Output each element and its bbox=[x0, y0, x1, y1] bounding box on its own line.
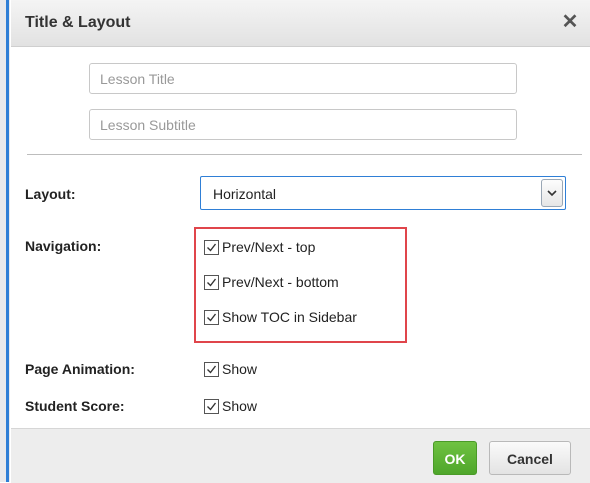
nav-option-prev-next-bottom[interactable]: Prev/Next - bottom bbox=[204, 273, 339, 291]
nav-option-label: Prev/Next - bottom bbox=[222, 274, 339, 290]
layout-select[interactable]: Horizontal bbox=[200, 176, 566, 210]
nav-option-label: Prev/Next - top bbox=[222, 239, 316, 255]
checkmark-icon bbox=[207, 243, 217, 252]
checkbox-prev-next-top[interactable] bbox=[204, 239, 219, 255]
section-divider bbox=[27, 154, 582, 155]
checkmark-icon bbox=[207, 365, 217, 374]
lesson-title-input[interactable] bbox=[89, 63, 517, 94]
ok-button[interactable]: OK bbox=[433, 441, 477, 475]
checkbox-student-score[interactable] bbox=[204, 398, 219, 414]
student-score-label: Student Score: bbox=[25, 398, 125, 414]
student-score-option[interactable]: Show bbox=[204, 397, 257, 415]
lesson-subtitle-input[interactable] bbox=[89, 109, 517, 140]
navigation-label: Navigation: bbox=[25, 238, 102, 254]
checkmark-icon bbox=[207, 402, 217, 411]
checkbox-prev-next-bottom[interactable] bbox=[204, 274, 219, 290]
window-left-edge bbox=[0, 0, 10, 482]
nav-option-prev-next-top[interactable]: Prev/Next - top bbox=[204, 238, 315, 256]
dialog-footer: OK Cancel bbox=[11, 428, 590, 483]
checkmark-icon bbox=[207, 278, 217, 287]
dialog-title: Title & Layout bbox=[25, 14, 131, 31]
checkmark-icon bbox=[207, 313, 217, 322]
title-layout-dialog: Title & Layout ✕ Layout: Horizontal Navi… bbox=[11, 0, 590, 483]
page-animation-label: Page Animation: bbox=[25, 361, 135, 377]
checkbox-show-toc[interactable] bbox=[204, 309, 219, 325]
close-icon[interactable]: ✕ bbox=[560, 12, 580, 32]
page-animation-option[interactable]: Show bbox=[204, 360, 257, 378]
accent-bar bbox=[6, 0, 9, 482]
cancel-button[interactable]: Cancel bbox=[489, 441, 571, 475]
nav-option-label: Show TOC in Sidebar bbox=[222, 309, 357, 325]
layout-selected-value: Horizontal bbox=[213, 186, 277, 202]
nav-option-show-toc[interactable]: Show TOC in Sidebar bbox=[204, 308, 357, 326]
student-score-option-label: Show bbox=[222, 398, 258, 414]
dialog-titlebar: Title & Layout ✕ bbox=[11, 0, 590, 47]
layout-label: Layout: bbox=[25, 186, 76, 202]
checkbox-page-animation[interactable] bbox=[204, 361, 219, 377]
chevron-down-icon[interactable] bbox=[541, 179, 563, 207]
page-animation-option-label: Show bbox=[222, 361, 258, 377]
